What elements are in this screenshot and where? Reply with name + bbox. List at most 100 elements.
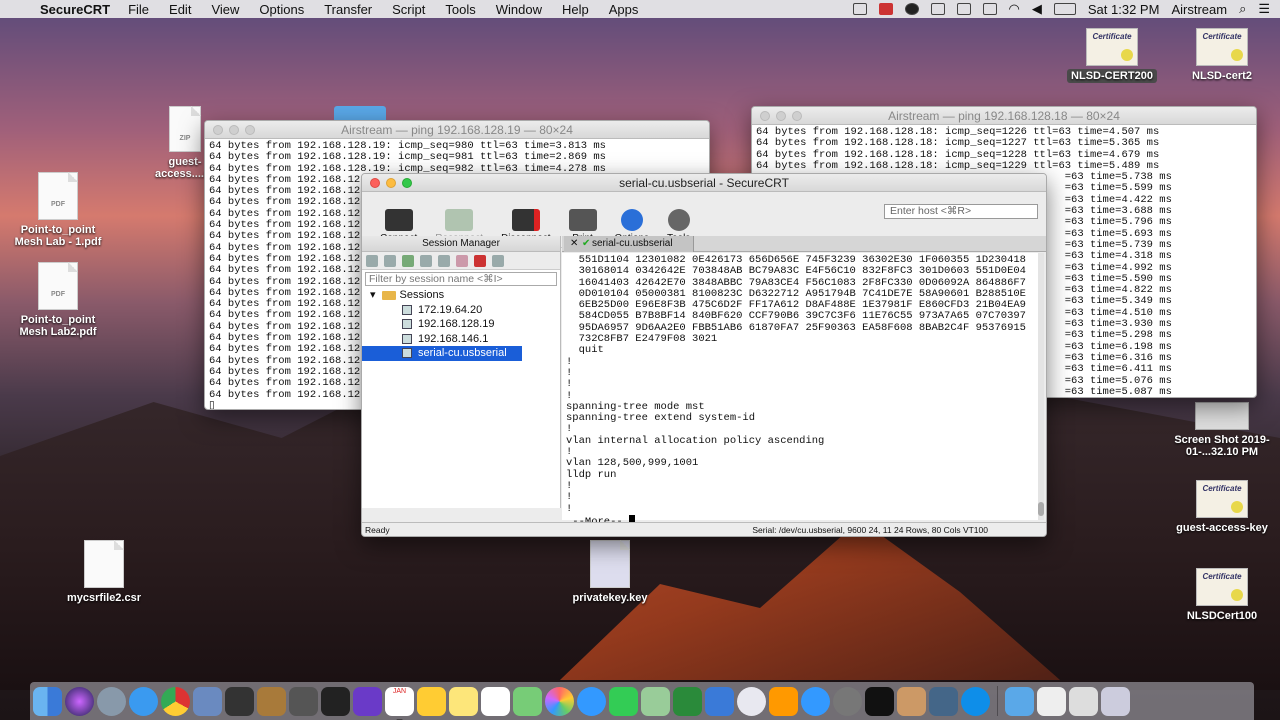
ibooks-icon[interactable]	[769, 686, 798, 716]
copy-icon[interactable]	[438, 255, 450, 267]
session-item[interactable]: 192.168.128.19	[362, 317, 560, 332]
menu-tools[interactable]: Tools	[445, 2, 475, 17]
menu-view[interactable]: View	[211, 2, 239, 17]
minimize-button[interactable]	[386, 178, 396, 188]
session-item-selected[interactable]: serial-cu.usbserial	[362, 346, 522, 361]
calendar-icon[interactable]: JAN 5	[385, 686, 414, 720]
delete-icon[interactable]	[474, 255, 486, 267]
properties-icon[interactable]	[492, 255, 504, 267]
desktop-icon-pdf-2[interactable]: PDF Point-to_point Mesh Lab2.pdf	[10, 262, 106, 338]
teamviewer-icon[interactable]	[961, 686, 990, 716]
close-button[interactable]	[760, 111, 770, 121]
status-icon[interactable]	[852, 3, 867, 15]
facetime-icon[interactable]	[609, 686, 638, 716]
wifi-icon[interactable]: ◠	[1009, 1, 1020, 17]
clock[interactable]: Sat 1:32 PM	[1088, 2, 1160, 17]
sessions-folder[interactable]: ▾ Sessions	[362, 288, 560, 303]
downloads-folder-icon[interactable]	[1005, 686, 1034, 716]
minimize-button[interactable]	[776, 111, 786, 121]
menu-script[interactable]: Script	[392, 2, 425, 17]
display-icon[interactable]	[956, 3, 971, 15]
menu-edit[interactable]: Edit	[169, 2, 191, 17]
spotlight-search-icon[interactable]: ⌕	[1239, 1, 1246, 17]
menu-apps[interactable]: Apps	[609, 2, 639, 17]
shield-icon[interactable]	[878, 3, 893, 15]
menu-window[interactable]: Window	[496, 2, 542, 17]
desktop-icon-csr[interactable]: mycsrfile2.csr	[56, 540, 152, 604]
window-titlebar[interactable]: Airstream — ping 192.168.128.19 — 80×24	[205, 121, 709, 139]
screenshot-app-icon[interactable]	[225, 686, 254, 716]
paste-icon[interactable]	[456, 255, 468, 267]
user-menu[interactable]: Airstream	[1171, 2, 1227, 17]
window-thumbnail-icon[interactable]	[1037, 686, 1066, 716]
app-icon[interactable]	[897, 686, 926, 716]
battery-icon[interactable]	[1053, 3, 1076, 15]
desktop-icon-key[interactable]: privatekey.key	[562, 540, 658, 604]
pinwheel-icon[interactable]	[417, 686, 446, 716]
terminal-icon[interactable]	[865, 686, 894, 716]
terminal-scrollbar[interactable]	[1038, 253, 1044, 520]
window-thumbnail-icon[interactable]	[1069, 686, 1098, 716]
securecrt-window[interactable]: serial-cu.usbserial - SecureCRT Connect …	[361, 173, 1047, 537]
quick-connect-input[interactable]: Enter host <⌘R>	[884, 204, 1038, 219]
stickies-icon[interactable]	[449, 686, 478, 716]
terminal-output[interactable]: 551D1104 12301082 0E426173 656D656E 745F…	[562, 253, 1040, 530]
spotify-icon[interactable]	[904, 3, 919, 15]
numbers-icon[interactable]	[673, 686, 702, 716]
menu-transfer[interactable]: Transfer	[324, 2, 372, 17]
close-button[interactable]	[213, 125, 223, 135]
messages-icon[interactable]	[577, 686, 606, 716]
minimize-button[interactable]	[229, 125, 239, 135]
close-tab-icon[interactable]: ✕	[570, 236, 578, 252]
bluetooth-icon[interactable]	[982, 3, 997, 15]
maps-icon[interactable]	[641, 686, 670, 716]
zoom-button[interactable]	[792, 111, 802, 121]
desktop-icon-pdf-1[interactable]: PDF Point-to_point Mesh Lab - 1.pdf	[10, 172, 106, 248]
siri-icon[interactable]	[65, 686, 94, 716]
keynote-icon[interactable]	[705, 686, 734, 716]
window-titlebar[interactable]: serial-cu.usbserial - SecureCRT	[362, 174, 1046, 192]
reminders-icon[interactable]	[481, 686, 510, 716]
launchpad-icon[interactable]	[97, 686, 126, 716]
connect-session-icon[interactable]	[366, 255, 378, 267]
menu-file[interactable]: File	[128, 2, 149, 17]
screen-sharing-icon[interactable]	[929, 686, 958, 716]
notification-center-icon[interactable]: ☰	[1258, 1, 1270, 17]
menu-help[interactable]: Help	[562, 2, 589, 17]
photo-booth-icon[interactable]	[289, 686, 318, 716]
finder-icon[interactable]	[33, 686, 62, 716]
desktop-icon-screenshot[interactable]: Screen Shot 2019-01-...32.10 PM	[1168, 402, 1276, 458]
connect-tab-icon[interactable]	[384, 255, 396, 267]
volume-icon[interactable]: ◀	[1032, 1, 1042, 17]
zoom-button[interactable]	[245, 125, 255, 135]
trash-icon[interactable]	[1101, 686, 1130, 716]
chrome-icon[interactable]	[161, 686, 190, 716]
desktop-icon-cert-200[interactable]: Certificate NLSD-CERT200	[1064, 28, 1160, 83]
photos-app-icon[interactable]	[545, 686, 574, 716]
cut-icon[interactable]	[420, 255, 432, 267]
notebook-icon[interactable]	[257, 686, 286, 716]
imovie-icon[interactable]	[353, 686, 382, 716]
menu-app-name[interactable]: SecureCRT	[40, 2, 110, 17]
close-button[interactable]	[370, 178, 380, 188]
menu-options[interactable]: Options	[259, 2, 304, 17]
desktop-icon-cert-100[interactable]: Certificate NLSDCert100	[1168, 568, 1276, 622]
preview-icon[interactable]	[193, 686, 222, 716]
tab-serial-session[interactable]: ✕ ✔ serial-cu.usbserial	[564, 236, 694, 252]
photos-icon[interactable]	[513, 686, 542, 716]
system-preferences-icon[interactable]	[833, 686, 862, 716]
desktop-icon-guest-key[interactable]: Certificate guest-access-key	[1168, 480, 1276, 534]
session-item[interactable]: 172.19.64.20	[362, 303, 560, 318]
scrollbar-thumb[interactable]	[1038, 502, 1044, 516]
securecrt-terminal[interactable]: 551D1104 12301082 0E426173 656D656E 745F…	[562, 253, 1040, 528]
safari-icon[interactable]	[129, 686, 158, 716]
zoom-button[interactable]	[402, 178, 412, 188]
new-session-icon[interactable]	[402, 255, 414, 267]
dropbox-icon[interactable]	[930, 3, 945, 15]
window-titlebar[interactable]: Airstream — ping 192.168.128.18 — 80×24	[752, 107, 1256, 125]
terminal-app-icon[interactable]	[321, 686, 350, 716]
desktop-icon-cert2[interactable]: Certificate NLSD-cert2	[1174, 28, 1270, 82]
session-filter-input[interactable]: Filter by session name <⌘I>	[365, 272, 557, 286]
itunes-icon[interactable]	[737, 686, 766, 716]
app-store-icon[interactable]	[801, 686, 830, 716]
